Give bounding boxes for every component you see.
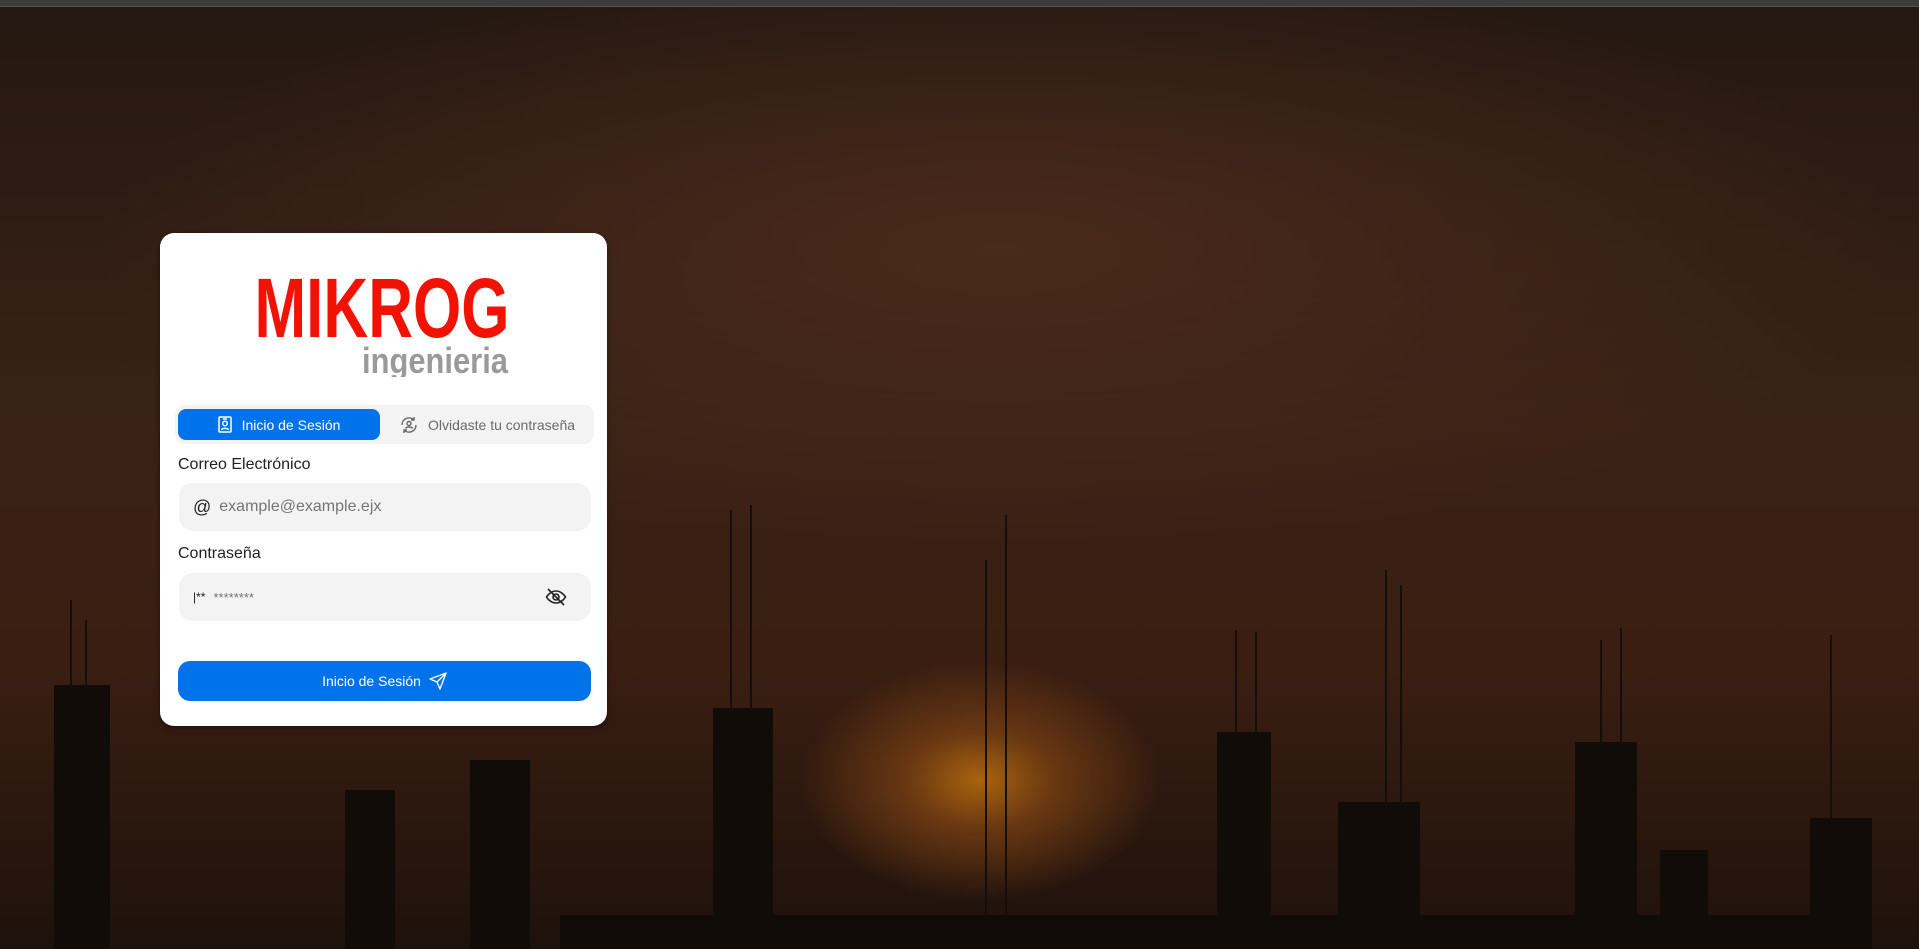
svg-text:ingenieria: ingenieria <box>362 340 509 377</box>
password-input[interactable] <box>213 589 545 605</box>
tab-forgot-password[interactable]: Olvidaste tu contraseña <box>385 409 590 440</box>
submit-label: Inicio de Sesión <box>322 673 421 689</box>
send-icon <box>429 672 447 690</box>
login-submit-button[interactable]: Inicio de Sesión <box>178 661 591 701</box>
browser-top-bar <box>0 0 1919 7</box>
email-input[interactable] <box>219 498 591 516</box>
eye-off-icon[interactable] <box>545 588 567 606</box>
auth-tabs: Inicio de Sesión Olvidaste tu contraseña <box>175 405 594 444</box>
tab-login[interactable]: Inicio de Sesión <box>178 409 380 440</box>
user-refresh-icon <box>401 416 417 433</box>
email-label: Correo Electrónico <box>178 456 311 473</box>
tab-forgot-label: Olvidaste tu contraseña <box>427 416 576 433</box>
tab-login-label: Inicio de Sesión <box>241 416 341 433</box>
password-label: Contraseña <box>178 545 261 562</box>
at-icon: @ <box>193 496 212 517</box>
password-field-wrapper: |** <box>179 573 591 621</box>
id-badge-icon <box>217 416 232 433</box>
login-card: MIKROG ingenieria Inicio de Sesión Olvid… <box>160 233 607 726</box>
email-field-wrapper: @ <box>179 483 591 531</box>
mikrog-logo: MIKROG ingenieria <box>255 261 510 377</box>
password-prefix: |** <box>193 590 206 604</box>
